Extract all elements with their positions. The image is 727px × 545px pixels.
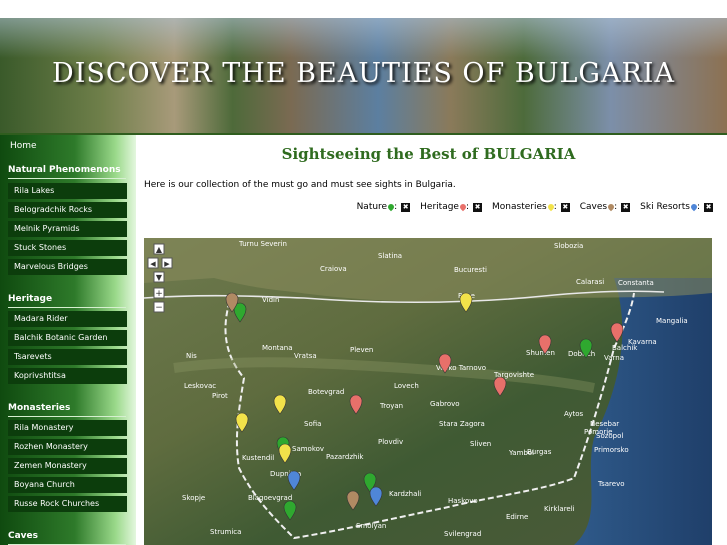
sidebar-item-madara-rider[interactable]: Madara Rider [8,311,127,327]
main-content: Sightseeing the Best of BULGARIA Here is… [136,135,727,545]
city-label: Constanta [618,279,654,287]
city-label: Plovdiv [378,438,403,446]
city-label: Pleven [350,346,373,354]
pan-left-icon: ◀ [150,260,156,268]
pan-right-icon: ▶ [164,260,170,268]
sidebar-item-rila-monastery[interactable]: Rila Monastery [8,420,127,436]
city-label: Kustendil [242,454,274,462]
filter-monasteries-label: Monasteries [492,202,547,212]
ski-pin-icon [689,202,699,212]
sidebar-section-caves: Caves [8,531,127,545]
sidebar: Home Natural Phenomenons Rila Lakes Belo… [0,135,136,545]
map-filter-legend: Nature : ✖ Heritage : ✖ Monasteries : ✖ … [357,202,713,212]
city-label: Edirne [506,513,528,521]
zoom-in-icon: + [155,289,163,299]
city-label: Skopje [182,494,205,502]
filter-heritage-label: Heritage [420,202,459,212]
city-label: Turnu Severin [238,240,287,248]
sidebar-item-koprivshtitsa[interactable]: Koprivshtitsa [8,368,127,384]
pan-down-icon: ▼ [156,273,163,282]
city-label: Pazardzhik [326,453,364,461]
sidebar-item-marvelous-bridges[interactable]: Marvelous Bridges [8,259,127,275]
city-label: Mangalia [656,317,688,325]
filter-nature: Nature : ✖ [356,202,411,212]
filter-ski-resorts-checkbox[interactable]: ✖ [704,202,713,212]
filter-caves-label: Caves [579,202,608,212]
sidebar-item-belogradchik-rocks[interactable]: Belogradchik Rocks [8,202,127,218]
city-label: Pirot [212,392,228,400]
city-label: Bucuresti [454,266,487,274]
sidebar-item-rozhen-monastery[interactable]: Rozhen Monastery [8,439,127,455]
city-label: Svilengrad [444,530,481,538]
city-label: Troyan [379,402,403,410]
filter-ski-resorts: Ski Resorts : ✖ [640,202,713,212]
city-label: Lovech [394,382,419,390]
city-label: Aytos [564,410,583,418]
city-label: Calarasi [576,278,604,286]
filter-heritage: Heritage : ✖ [420,202,483,212]
city-label: Haskovo [448,497,478,505]
city-label: Kirklareli [544,505,575,513]
city-label: Craiova [320,265,347,273]
filter-caves-checkbox[interactable]: ✖ [621,202,631,212]
city-label: Slobozia [554,242,583,250]
filter-monasteries-checkbox[interactable]: ✖ [560,202,570,212]
sidebar-item-melnik-pyramids[interactable]: Melnik Pyramids [8,221,127,237]
city-label: Samokov [292,445,324,453]
page-title: Sightseeing the Best of BULGARIA [281,145,576,163]
site-title: DISCOVER THE BEAUTIES OF BULGARIA [52,58,675,89]
city-label: Nis [186,352,197,360]
city-label: Balchik [612,344,638,352]
sidebar-section-heritage: Heritage [8,294,127,308]
filter-caves: Caves : ✖ [579,202,631,212]
banner-sky [0,18,727,58]
city-label: Vidin [262,296,279,304]
city-label: Primorsko [594,446,629,454]
city-label: Sliven [470,440,491,448]
city-label: Botevgrad [308,388,344,396]
city-label: Gabrovo [430,400,460,408]
city-label: Yambol [508,449,534,457]
satellite-map[interactable]: Turnu Severin Craiova Slatina Bucuresti Slob… [144,238,712,545]
sidebar-item-russe-rock-churches[interactable]: Russe Rock Churches [8,496,127,512]
sidebar-home-link[interactable]: Home [10,141,37,151]
sidebar-item-zemen-monastery[interactable]: Zemen Monastery [8,458,127,474]
sidebar-item-boyana-church[interactable]: Boyana Church [8,477,127,493]
city-label: Vratsa [294,352,317,360]
sidebar-item-tsarevets[interactable]: Tsarevets [8,349,127,365]
city-label: Pomorie [584,428,613,436]
filter-nature-label: Nature [356,202,388,212]
intro-text: Here is our collection of the must go an… [144,180,456,190]
city-label: Blagoevgrad [248,494,292,502]
monasteries-pin-icon [546,202,555,212]
city-label: Kardzhali [389,490,421,498]
filter-ski-resorts-label: Ski Resorts [640,202,690,212]
city-label: Shumen [526,349,555,357]
filter-monasteries: Monasteries : ✖ [492,202,570,212]
sidebar-item-stuck-stones[interactable]: Stuck Stones [8,240,127,256]
header-banner: DISCOVER THE BEAUTIES OF BULGARIA [0,18,727,135]
city-label: Nesebar [590,420,619,428]
city-label: Leskovac [184,382,216,390]
city-label: Tsarevo [597,480,625,488]
nature-pin-icon [386,202,396,212]
sidebar-section-monasteries: Monasteries [8,403,127,417]
city-label: Strumica [210,528,241,536]
city-label: Stara Zagora [439,420,485,428]
zoom-out-icon: − [155,303,163,313]
sidebar-item-balchik-botanic-garden[interactable]: Balchik Botanic Garden [8,330,127,346]
pan-up-icon: ▲ [156,245,163,254]
city-label: Sofia [304,420,321,428]
filter-heritage-checkbox[interactable]: ✖ [473,202,483,212]
sidebar-section-natural: Natural Phenomenons [8,165,126,179]
heritage-pin-icon [458,202,468,212]
map-canvas[interactable]: Turnu Severin Craiova Slatina Bucuresti Slob… [144,238,712,545]
city-label: Montana [262,344,293,352]
filter-nature-checkbox[interactable]: ✖ [401,202,411,212]
caves-pin-icon [606,202,616,212]
city-label: Varna [604,354,624,362]
sidebar-item-rila-lakes[interactable]: Rila Lakes [8,183,127,199]
city-label: Smolyan [356,522,386,530]
city-label: Slatina [378,252,402,260]
